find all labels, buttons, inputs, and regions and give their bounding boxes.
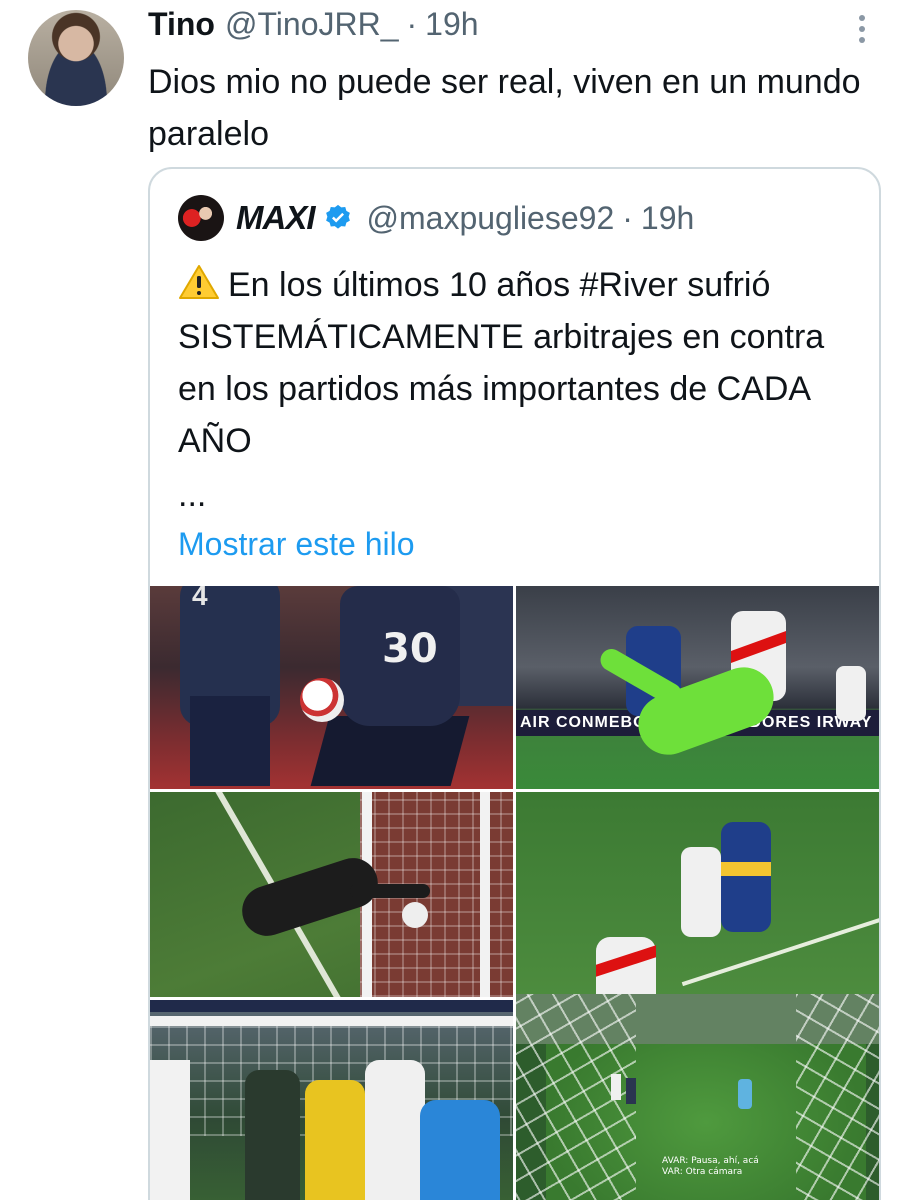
media-image-5[interactable] [150, 1000, 513, 1200]
separator-dot: · [406, 6, 418, 42]
var-caption: AVAR: Pausa, ahí, acá VAR: Otra cámara [662, 1156, 759, 1177]
author-handle[interactable]: @TinoJRR_ [225, 6, 399, 43]
media-image-6[interactable]: AVAR: Pausa, ahí, acá VAR: Otra cámara [516, 994, 879, 1200]
verified-badge-icon [325, 204, 350, 229]
tweet[interactable]: Tino @TinoJRR_ · 19h Dios mio no puede s… [0, 0, 909, 1200]
more-vertical-icon[interactable] [850, 12, 874, 48]
media-image-3[interactable] [150, 792, 513, 997]
quoted-tweet-header: MAXI @maxpugliese92 · 19h [178, 195, 694, 241]
media-image-4[interactable] [516, 792, 879, 997]
truncation-ellipsis: ... [178, 476, 207, 514]
jersey-number-30: 30 [382, 626, 438, 672]
quoted-separator-dot: · [622, 199, 633, 236]
quoted-author-handle[interactable]: @maxpugliese92 [367, 200, 615, 237]
media-grid[interactable]: 4 30 AIR CONMEBOL · LIBERTADORES IRWAY [150, 586, 879, 1200]
quoted-tweet-body: En los últimos 10 años #River sufrió SIS… [178, 266, 825, 460]
ball-icon [300, 678, 344, 722]
quoted-tweet[interactable]: MAXI @maxpugliese92 · 19h En los últimos… [148, 167, 881, 1200]
media-image-2[interactable]: AIR CONMEBOL · LIBERTADORES IRWAY [516, 586, 879, 789]
quoted-tweet-time[interactable]: 19h [641, 200, 694, 237]
tweet-text: Dios mio no puede ser real, viven en un … [148, 63, 861, 153]
quoted-tweet-text: En los últimos 10 años #River sufrió SIS… [178, 259, 868, 467]
show-thread-link[interactable]: Mostrar este hilo [178, 521, 415, 567]
media-image-1[interactable]: 4 30 [150, 586, 513, 789]
author-name[interactable]: Tino [148, 6, 215, 43]
jersey-number-4: 4 [192, 586, 208, 611]
warning-icon [179, 265, 219, 299]
avatar[interactable] [28, 10, 124, 106]
quoted-avatar[interactable] [178, 195, 224, 241]
tweet-time[interactable]: 19h [425, 6, 478, 43]
tweet-header: Tino @TinoJRR_ · 19h [148, 6, 479, 46]
quoted-author-name[interactable]: MAXI [236, 199, 315, 237]
